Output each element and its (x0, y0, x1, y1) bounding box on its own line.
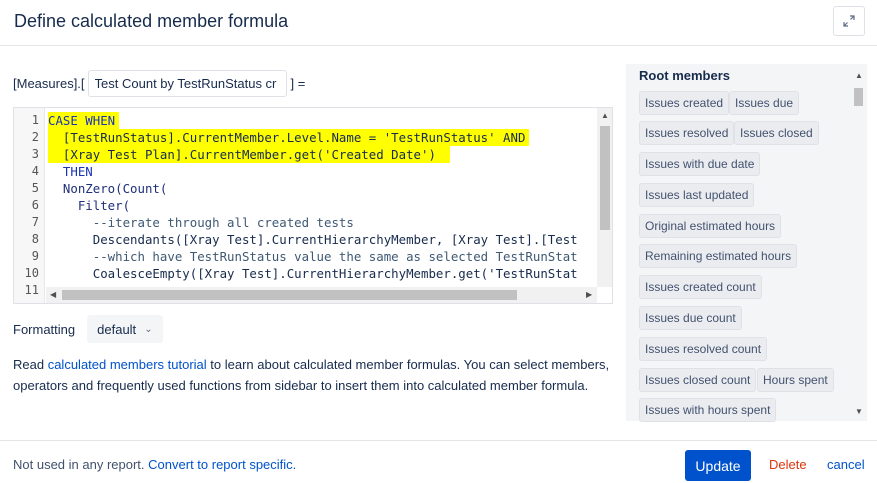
line-number-gutter: 1 2 3 4 5 6 7 8 9 10 11 (14, 108, 45, 303)
code-line: --which have TestRunStatus value the sam… (48, 249, 578, 264)
member-chip-issues-with-hours-spent[interactable]: Issues with hours spent (639, 398, 777, 422)
usage-status-text: Not used in any report. (13, 457, 145, 472)
member-chip-issues-created[interactable]: Issues created (639, 91, 730, 115)
line-number: 8 (31, 232, 39, 246)
formatting-selected-value: default (97, 321, 137, 337)
code-line: Filter( (48, 198, 131, 213)
delete-button[interactable]: Delete (769, 457, 807, 472)
line-number: 7 (31, 215, 39, 229)
usage-status: Not used in any report. Convert to repor… (13, 457, 296, 472)
member-chip-issues-created-count[interactable]: Issues created count (639, 275, 762, 299)
line-number: 10 (24, 266, 39, 280)
code-line: CASE WHEN (48, 112, 120, 129)
member-chip-issues-closed-count[interactable]: Issues closed count (639, 368, 757, 392)
update-button[interactable]: Update (685, 450, 751, 481)
editor-horizontal-scrollbar[interactable]: ◀ ▶ (46, 287, 597, 303)
dialog-header: Define calculated member formula (0, 0, 877, 46)
measure-prefix: [Measures].[ (13, 76, 85, 91)
line-number: 1 (31, 113, 39, 127)
code-line: ... ... (48, 282, 242, 286)
line-number: 5 (31, 181, 39, 195)
formatting-label: Formatting (13, 321, 76, 337)
member-chip-issues-due[interactable]: Issues due (729, 91, 800, 115)
formula-editor[interactable]: 1 2 3 4 5 6 7 8 9 10 11 CASE WHEN [TestR… (13, 107, 613, 304)
code-line: NonZero(Count( (48, 181, 168, 196)
member-chip-original-estimated-hours[interactable]: Original estimated hours (639, 214, 782, 238)
code-line: Descendants([Xray Test].CurrentHierarchy… (48, 232, 578, 247)
scroll-left-arrow-icon[interactable]: ◀ (50, 291, 56, 299)
sidebar-scroll-thumb[interactable] (854, 88, 863, 106)
scroll-right-arrow-icon[interactable]: ▶ (586, 291, 592, 299)
dialog-footer: Not used in any report. Convert to repor… (0, 440, 877, 483)
sidebar-scrollbar[interactable]: ▲ ▼ (852, 68, 865, 418)
code-line: --iterate through all created tests (48, 215, 354, 230)
measure-name-input[interactable] (87, 70, 287, 97)
help-prefix: Read (13, 357, 48, 372)
scroll-down-arrow-icon[interactable]: ▼ (855, 408, 863, 416)
code-line: [TestRunStatus].CurrentMember.Level.Name… (48, 129, 530, 146)
line-number: 9 (31, 249, 39, 263)
help-text: Read calculated members tutorial to lear… (13, 355, 613, 396)
scroll-up-arrow-icon[interactable]: ▲ (855, 72, 863, 80)
line-number: 4 (31, 164, 39, 178)
member-chip-issues-due-count[interactable]: Issues due count (639, 306, 742, 330)
expand-arrows-icon (843, 15, 855, 27)
line-number: 2 (31, 130, 39, 144)
measure-name-row: [Measures].[ ] = (13, 70, 305, 97)
formatting-row: Formatting default ⌄ (13, 315, 163, 343)
sidebar-title: Root members (639, 68, 731, 83)
scroll-up-arrow-icon[interactable]: ▲ (601, 112, 609, 120)
member-chip-remaining-estimated-hours[interactable]: Remaining estimated hours (639, 244, 798, 268)
code-area[interactable]: CASE WHEN [TestRunStatus].CurrentMember.… (48, 112, 594, 286)
code-line: THEN (48, 164, 93, 179)
member-chip-issues-resolved-count[interactable]: Issues resolved count (639, 337, 768, 361)
editor-vertical-scrollbar[interactable]: ▲ (597, 108, 612, 287)
expand-button[interactable] (833, 6, 865, 36)
code-line: CoalesceEmpty([Xray Test].CurrentHierarc… (48, 266, 578, 281)
horizontal-scroll-thumb[interactable] (62, 290, 517, 300)
line-number: 11 (24, 283, 39, 297)
member-chip-issues-with-due-date[interactable]: Issues with due date (639, 152, 761, 176)
line-number: 6 (31, 198, 39, 212)
code-line: [Xray Test Plan].CurrentMember.get('Crea… (48, 146, 450, 163)
members-sidebar: Root members Issues created Issues due I… (626, 64, 867, 422)
chevron-down-icon: ⌄ (144, 323, 153, 335)
member-chip-hours-spent[interactable]: Hours spent (757, 368, 834, 392)
cancel-button[interactable]: cancel (827, 457, 865, 472)
formatting-select[interactable]: default ⌄ (87, 315, 163, 343)
dialog-title: Define calculated member formula (14, 11, 289, 31)
member-chip-issues-resolved[interactable]: Issues resolved (639, 121, 735, 145)
member-chip-issues-last-updated[interactable]: Issues last updated (639, 183, 755, 207)
member-chip-issues-closed[interactable]: Issues closed (734, 121, 819, 145)
line-number: 3 (31, 147, 39, 161)
vertical-scroll-thumb[interactable] (600, 126, 610, 230)
tutorial-link[interactable]: calculated members tutorial (48, 357, 207, 372)
measure-suffix: ] = (290, 76, 306, 91)
convert-link[interactable]: Convert to report specific. (148, 457, 296, 472)
